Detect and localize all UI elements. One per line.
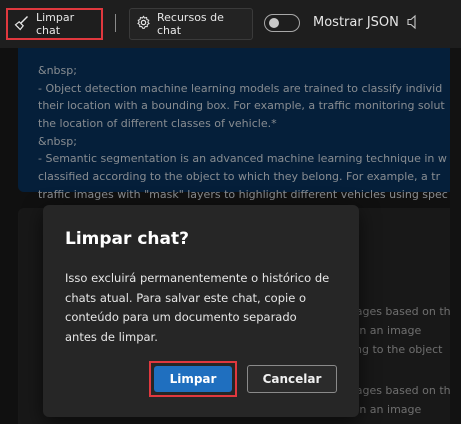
show-json-toggle[interactable] xyxy=(264,14,300,32)
dialog-body-line: chats atual. Para salvar este chat, copi… xyxy=(65,290,306,305)
broom-icon xyxy=(14,15,30,34)
gear-icon xyxy=(136,15,151,33)
toolbar-divider xyxy=(115,14,116,32)
cancel-button[interactable]: Cancelar xyxy=(247,365,337,393)
confirm-clear-button[interactable]: Limpar xyxy=(154,366,232,392)
dialog-body-line: conteúdo para um documento separado xyxy=(65,310,297,324)
dialog-title: Limpar chat? xyxy=(65,229,189,249)
show-json-label: Mostrar JSON xyxy=(313,15,399,30)
clear-chat-label: Limpar chat xyxy=(36,11,75,37)
clear-chat-button[interactable]: Limpar chat xyxy=(6,8,103,40)
chat-playground: Limpar chat Recursos de chat Mostrar JSO… xyxy=(0,0,461,424)
speaker-icon[interactable] xyxy=(406,14,420,34)
chat-resources-button[interactable]: Recursos de chat xyxy=(129,8,253,40)
dialog-body-line: Isso excluirá permanentemente o históric… xyxy=(65,271,330,285)
dialog-body-line: antes de limpar. xyxy=(65,329,158,344)
clear-chat-dialog: Limpar chat? Isso excluirá permanentemen… xyxy=(43,205,359,417)
confirm-highlight: Limpar xyxy=(149,361,237,397)
chat-resources-label: Recursos de chat xyxy=(157,11,224,37)
dialog-body: Isso excluirá permanentemente o históric… xyxy=(65,269,341,347)
chat-toolbar: Limpar chat Recursos de chat Mostrar JSO… xyxy=(0,0,461,48)
toggle-knob xyxy=(269,18,279,28)
